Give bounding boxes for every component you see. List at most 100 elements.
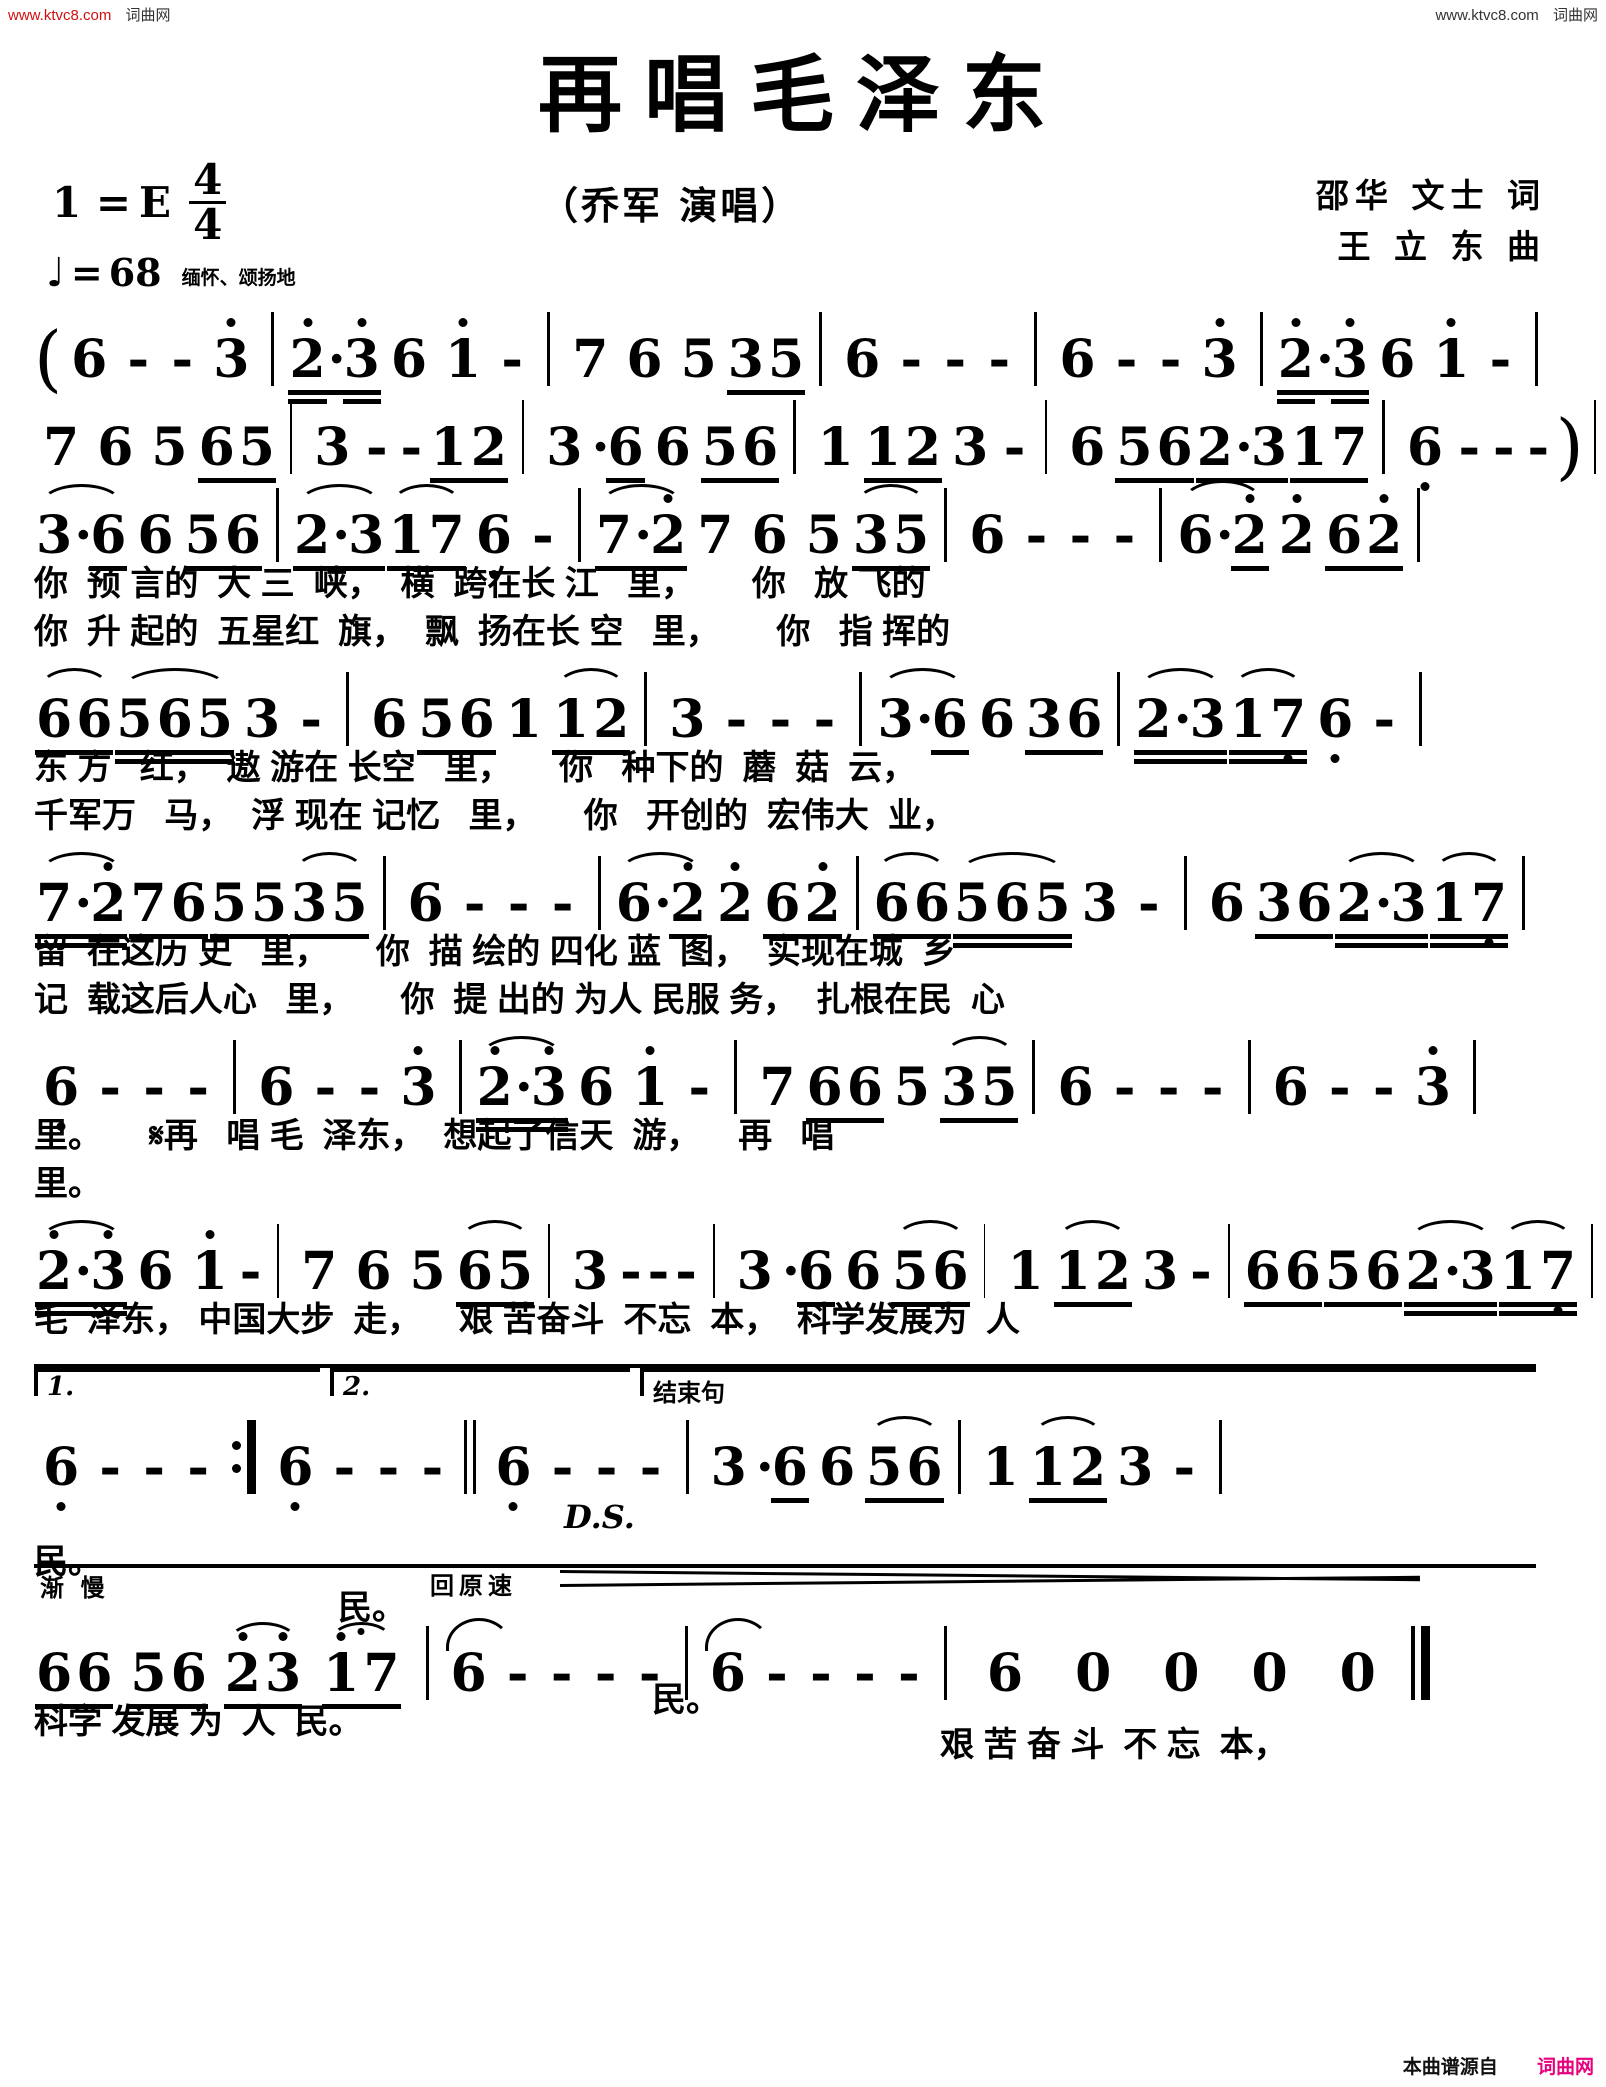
note: 6: [913, 873, 950, 934]
slur: 2·3: [34, 1220, 128, 1307]
time-numerator: 4: [189, 159, 227, 204]
hold-dash: -: [506, 1643, 529, 1704]
tie: 6: [442, 1618, 512, 1700]
note: 1: [430, 417, 467, 478]
composer-credit: 王 立 东 曲: [1337, 227, 1546, 267]
hold-dash: -: [171, 329, 194, 390]
note: 2: [1276, 318, 1316, 395]
beamed-group: 66: [34, 694, 114, 755]
barline: [1419, 672, 1423, 746]
augmentation-dot: ·: [1374, 873, 1393, 934]
barline: [233, 1040, 237, 1114]
note: 3: [1459, 1241, 1496, 1302]
hold-dash: -: [595, 1437, 618, 1498]
note: 2: [668, 862, 708, 939]
hold-dash: -: [1493, 417, 1515, 478]
note: 6: [1272, 1057, 1309, 1118]
note: 3: [314, 417, 351, 478]
note: 1: [864, 417, 901, 478]
note: 5: [238, 417, 275, 478]
hold-dash: -: [1113, 505, 1136, 566]
barline: [1227, 1224, 1230, 1298]
slur: 65: [455, 1220, 535, 1307]
note: 3: [263, 1632, 303, 1700]
beamed-group: 12: [1028, 1442, 1108, 1503]
note: 6: [390, 329, 428, 390]
augmentation-dot: ·: [332, 505, 351, 566]
note: 6: [456, 1241, 493, 1302]
hold-dash: -: [1115, 329, 1138, 390]
hold-dash: -: [143, 1437, 165, 1498]
note: 7: [43, 417, 80, 478]
note: 1: [1499, 1241, 1536, 1302]
barline: [271, 312, 275, 386]
note: 1: [388, 505, 425, 566]
system-6: 6 - - - 6 - - 3 2·3 6 1 - 7 66 5 35 6 - …: [0, 1028, 1606, 1210]
note: 2: [648, 494, 688, 562]
hold-dash: -: [638, 1643, 661, 1704]
slur: 2·3: [1334, 852, 1429, 939]
beamed-group: 17: [1289, 422, 1369, 483]
note: 5: [409, 1241, 446, 1302]
note: 5: [130, 1643, 167, 1704]
beamed-group: 2·3: [1276, 318, 1370, 395]
note: 6: [1208, 873, 1245, 934]
barline: [734, 1040, 738, 1114]
system-9: 渐 慢 回原速 66 56 23 17 6 - - - - 6 - - - -: [0, 1564, 1606, 1748]
beamed-group: 565: [114, 694, 235, 755]
rest: 0: [1075, 1643, 1112, 1704]
note: 3: [391, 1046, 445, 1114]
hold-dash: -: [620, 1241, 642, 1302]
beamed-group: 35: [289, 878, 369, 939]
hold-dash: -: [99, 1437, 121, 1498]
note: 6: [1398, 422, 1452, 491]
note: 7: [1538, 1246, 1578, 1315]
note: 6: [34, 1062, 88, 1131]
barline: [289, 400, 293, 474]
system-1: ( 6 - - 3 2·3 6 1 - 7 6 5 35 6 - - - 6 -…: [0, 300, 1606, 400]
note: 6: [994, 873, 1031, 934]
note: 3: [877, 689, 914, 750]
note: 2: [88, 862, 128, 930]
beamed-group: 66: [872, 873, 952, 939]
note: 2: [708, 862, 762, 930]
note: 1: [1007, 1241, 1044, 1302]
augmentation-dot: ·: [653, 873, 672, 934]
beamed-group: 65: [455, 1241, 535, 1307]
note: 6: [137, 1241, 174, 1302]
hold-dash: -: [1329, 1057, 1351, 1118]
hold-dash: -: [551, 1437, 574, 1498]
watermark-right-site: 词曲网: [1552, 7, 1598, 24]
hold-dash: -: [1373, 1057, 1395, 1118]
barline: [1535, 312, 1539, 386]
barline: [1473, 1040, 1476, 1114]
barline: [425, 1626, 429, 1700]
note: 6: [1284, 1241, 1321, 1302]
barline: [548, 1224, 550, 1298]
note: 5: [496, 1241, 534, 1302]
lyrics-verse-2: 你 升 起的 五星红 旗， 飘 扬在长 空 里， 你 指 挥的: [34, 613, 951, 651]
barline: [547, 312, 551, 386]
hold-dash: -: [688, 1057, 711, 1118]
note: 6: [764, 873, 801, 934]
note: 3: [529, 1046, 569, 1114]
barline: [458, 1040, 462, 1114]
beamed-group: 65: [197, 417, 277, 483]
double-barline: [464, 1420, 477, 1494]
note: 6: [845, 1241, 882, 1302]
beamed-group: 76: [128, 878, 209, 939]
beamed-group: 565: [952, 873, 1073, 939]
phrase-open-paren: (: [34, 315, 63, 400]
beamed-group: 17: [321, 1632, 401, 1709]
note: 2: [904, 417, 942, 478]
barline: [577, 488, 581, 562]
hold-dash: -: [594, 1643, 617, 1704]
note: 2: [1336, 873, 1373, 934]
author-credits: 邵华 文士 词 王 立 东 曲: [1316, 170, 1546, 272]
augmentation-dot: ·: [1215, 505, 1234, 566]
hold-dash: -: [507, 873, 530, 934]
beamed-group: 56: [1114, 417, 1195, 483]
slur: 17: [1228, 668, 1308, 763]
note: 2: [470, 417, 507, 478]
note: 5: [1116, 417, 1153, 478]
